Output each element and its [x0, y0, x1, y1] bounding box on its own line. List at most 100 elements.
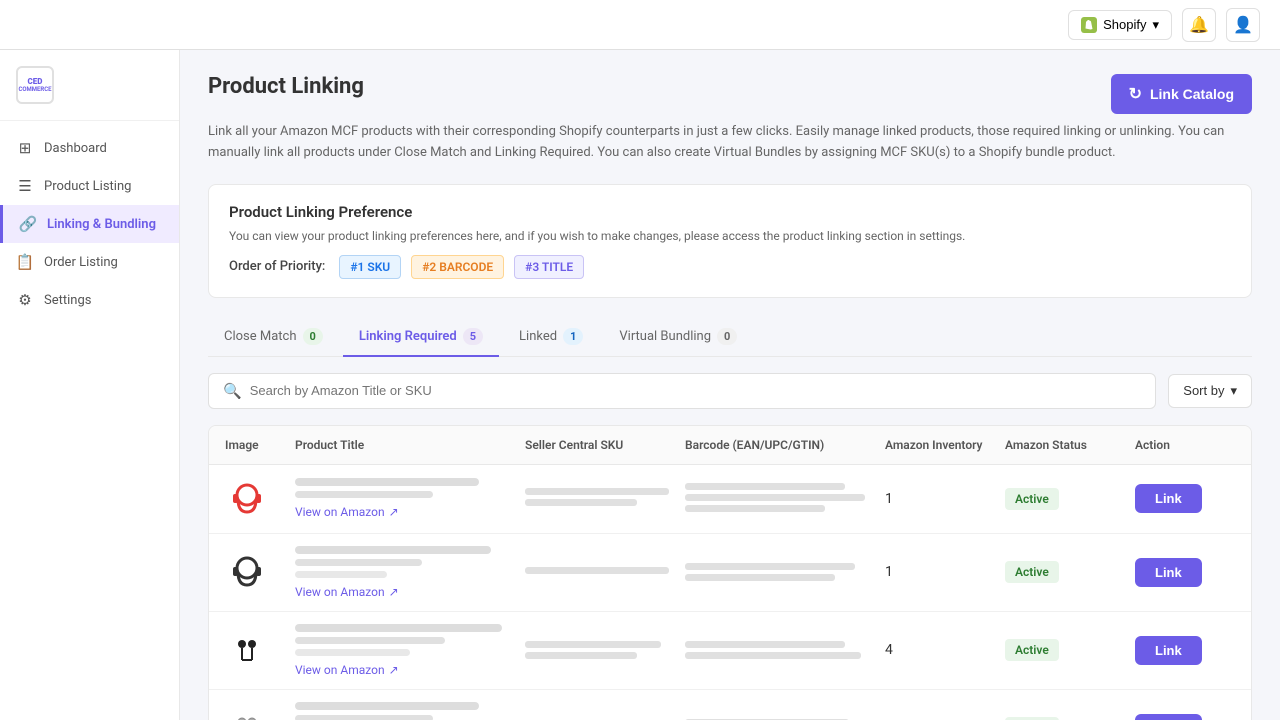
order-listing-icon: 📋	[16, 253, 34, 271]
sidebar: CED COMMERCE ⊞ Dashboard ☰ Product Listi…	[0, 50, 180, 720]
col-image: Image	[225, 438, 295, 452]
tab-virtual-bundling-label: Virtual Bundling	[619, 329, 711, 344]
shopify-arrow: ▾	[1152, 17, 1159, 33]
sort-button[interactable]: Sort by ▾	[1168, 374, 1252, 408]
sku-1	[525, 488, 685, 509]
external-link-icon: ↗	[389, 585, 399, 599]
shopify-label: Shopify	[1103, 17, 1146, 32]
page-title: Product Linking	[208, 74, 364, 99]
col-action: Action	[1135, 438, 1235, 452]
shopify-icon	[1081, 17, 1097, 33]
sidebar-item-settings[interactable]: ⚙ Settings	[0, 281, 179, 319]
action-4: Link	[1135, 714, 1235, 720]
product-listing-icon: ☰	[16, 177, 34, 195]
sku-2	[525, 567, 685, 578]
sort-chevron-icon: ▾	[1230, 383, 1237, 399]
tabs-bar: Close Match 0 Linking Required 5 Linked …	[208, 318, 1252, 357]
barcode-1	[685, 483, 885, 515]
inventory-3: 4	[885, 642, 1005, 658]
tab-virtual-bundling[interactable]: Virtual Bundling 0	[603, 318, 753, 357]
status-3: Active	[1005, 639, 1135, 661]
tab-linked[interactable]: Linked 1	[503, 318, 599, 357]
barcode-2	[685, 563, 885, 581]
view-amazon-label: View on Amazon	[295, 505, 385, 519]
status-2: Active	[1005, 561, 1135, 583]
tab-linking-required-label: Linking Required	[359, 329, 457, 344]
tab-close-match[interactable]: Close Match 0	[208, 318, 339, 357]
settings-icon: ⚙	[16, 291, 34, 309]
priority-row: Order of Priority: #1 SKU #2 BARCODE #3 …	[229, 255, 1231, 279]
table-row: View on Amazon ↗ 4 Active Link	[209, 612, 1251, 690]
status-badge-3: Active	[1005, 639, 1059, 661]
user-avatar[interactable]: 👤	[1226, 8, 1260, 42]
tab-close-match-count: 0	[303, 328, 323, 345]
view-amazon-label: View on Amazon	[295, 585, 385, 599]
logo-area: CED COMMERCE	[0, 66, 179, 121]
linking-icon: 🔗	[19, 215, 37, 233]
search-icon: 🔍	[223, 382, 242, 400]
product-image-4	[225, 706, 269, 720]
link-button-4[interactable]: Link	[1135, 714, 1202, 720]
table-row: View on Amazon ↗ 1 Active Link	[209, 534, 1251, 612]
product-image-3	[225, 628, 269, 672]
logo-box: CED COMMERCE	[16, 66, 54, 104]
product-title-3: View on Amazon ↗	[295, 624, 525, 677]
sidebar-item-label: Product Listing	[44, 179, 131, 194]
col-status: Amazon Status	[1005, 438, 1135, 452]
search-sort-row: 🔍 Sort by ▾	[208, 373, 1252, 409]
shopify-selector[interactable]: Shopify ▾	[1068, 10, 1172, 40]
col-sku: Seller Central SKU	[525, 438, 685, 452]
link-button-3[interactable]: Link	[1135, 636, 1202, 665]
notification-bell[interactable]: 🔔	[1182, 8, 1216, 42]
col-inventory: Amazon Inventory	[885, 438, 1005, 452]
product-title-1: View on Amazon ↗	[295, 478, 525, 519]
link-button-1[interactable]: Link	[1135, 484, 1202, 513]
tab-linked-label: Linked	[519, 329, 557, 344]
sidebar-item-linking-bundling[interactable]: 🔗 Linking & Bundling	[0, 205, 179, 243]
link-catalog-button[interactable]: ↻ Link Catalog	[1111, 74, 1252, 114]
sidebar-item-label: Settings	[44, 293, 91, 308]
tab-linked-count: 1	[563, 328, 583, 345]
topbar: Shopify ▾ 🔔 👤	[0, 0, 1280, 50]
main-content: Product Linking ↻ Link Catalog Link all …	[180, 50, 1280, 720]
sidebar-item-product-listing[interactable]: ☰ Product Listing	[0, 167, 179, 205]
product-title-4: View on Amazon ↗	[295, 702, 525, 720]
tab-linking-required[interactable]: Linking Required 5	[343, 318, 499, 357]
tab-close-match-label: Close Match	[224, 329, 297, 344]
tab-linking-required-count: 5	[463, 328, 483, 345]
page-description: Link all your Amazon MCF products with t…	[208, 122, 1252, 164]
sidebar-item-label: Order Listing	[44, 255, 118, 270]
main-nav: ⊞ Dashboard ☰ Product Listing 🔗 Linking …	[0, 129, 179, 319]
action-3: Link	[1135, 636, 1235, 665]
sidebar-item-order-listing[interactable]: 📋 Order Listing	[0, 243, 179, 281]
preference-description: You can view your product linking prefer…	[229, 229, 1231, 243]
status-1: Active	[1005, 488, 1135, 510]
external-link-icon: ↗	[389, 505, 399, 519]
search-input[interactable]	[250, 383, 1142, 398]
status-badge-2: Active	[1005, 561, 1059, 583]
preference-card: Product Linking Preference You can view …	[208, 184, 1252, 298]
sidebar-item-label: Linking & Bundling	[47, 217, 156, 232]
view-amazon-link-1[interactable]: View on Amazon ↗	[295, 505, 525, 519]
col-barcode: Barcode (EAN/UPC/GTIN)	[685, 438, 885, 452]
preference-title: Product Linking Preference	[229, 203, 1231, 221]
view-amazon-link-3[interactable]: View on Amazon ↗	[295, 663, 525, 677]
barcode-3	[685, 641, 885, 659]
priority-barcode: #2 BARCODE	[411, 255, 504, 279]
tab-virtual-bundling-count: 0	[717, 328, 737, 345]
view-amazon-link-2[interactable]: View on Amazon ↗	[295, 585, 525, 599]
logo-commerce: COMMERCE	[18, 87, 51, 94]
table-row: View on Amazon ↗ 1 Active Link	[209, 690, 1251, 720]
action-2: Link	[1135, 558, 1235, 587]
sidebar-item-dashboard[interactable]: ⊞ Dashboard	[0, 129, 179, 167]
priority-title: #3 TITLE	[514, 255, 584, 279]
dashboard-icon: ⊞	[16, 139, 34, 157]
priority-sku: #1 SKU	[339, 255, 401, 279]
inventory-1: 1	[885, 491, 1005, 507]
status-badge-1: Active	[1005, 488, 1059, 510]
col-product-title: Product Title	[295, 438, 525, 452]
sku-3	[525, 641, 685, 659]
link-button-2[interactable]: Link	[1135, 558, 1202, 587]
sort-label: Sort by	[1183, 383, 1224, 398]
search-container: 🔍	[208, 373, 1156, 409]
